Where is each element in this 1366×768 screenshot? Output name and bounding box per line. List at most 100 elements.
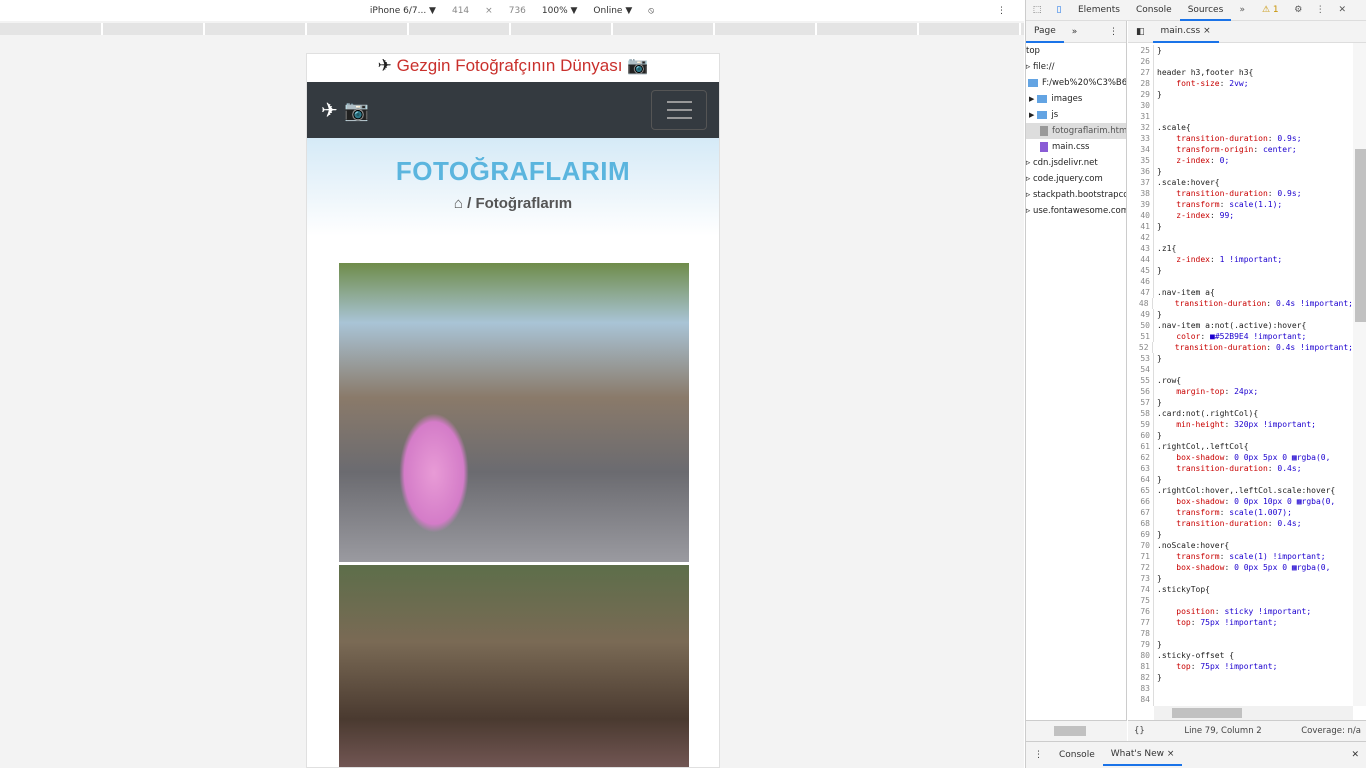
- code-line[interactable]: 61 .rightCol,.leftCol{: [1128, 441, 1353, 452]
- expand-arrow-icon[interactable]: ▶: [1029, 95, 1034, 103]
- code-line[interactable]: 60}: [1128, 430, 1353, 441]
- tab-elements[interactable]: Elements: [1070, 0, 1128, 21]
- horizontal-scrollbar[interactable]: [1154, 706, 1353, 720]
- code-line[interactable]: 39 transform: scale(1.1);: [1128, 199, 1353, 210]
- gear-icon[interactable]: ⚙: [1287, 5, 1309, 15]
- photo-card-kyoto-street[interactable]: [339, 565, 689, 767]
- tree-item[interactable]: ▹ use.fontawesome.com: [1026, 203, 1126, 219]
- close-tab-icon[interactable]: ×: [1167, 749, 1175, 759]
- code-line[interactable]: 72 box-shadow: 0 0px 5px 0 ▩rgba(0,: [1128, 562, 1353, 573]
- code-line[interactable]: 53}: [1128, 353, 1353, 364]
- vertical-scrollbar[interactable]: [1353, 43, 1366, 706]
- tree-item[interactable]: ▶ js: [1026, 107, 1126, 123]
- drawer-menu-icon[interactable]: ⋮: [1026, 745, 1051, 765]
- tree-item[interactable]: ▶ images: [1026, 91, 1126, 107]
- code-line[interactable]: 35 z-index: 0;: [1128, 155, 1353, 166]
- navbar-toggler-button[interactable]: [651, 90, 707, 130]
- code-line[interactable]: 31: [1128, 111, 1353, 122]
- expand-arrow-icon[interactable]: ▶: [1029, 111, 1034, 119]
- width-input[interactable]: 414: [452, 6, 469, 16]
- file-tab-main-css[interactable]: main.css ×: [1152, 21, 1219, 43]
- code-line[interactable]: 78: [1128, 628, 1353, 639]
- tree-item[interactable]: main.css: [1026, 139, 1126, 155]
- code-line[interactable]: 38 transition-duration: 0.9s;: [1128, 188, 1353, 199]
- code-line[interactable]: 34 transform-origin: center;: [1128, 144, 1353, 155]
- device-select[interactable]: iPhone 6/7... ▼: [370, 6, 436, 16]
- drawer-tab-whats-new[interactable]: What's New ×: [1102, 744, 1183, 766]
- code-line[interactable]: 47 .nav-item a{: [1128, 287, 1353, 298]
- home-icon[interactable]: ⌂: [454, 195, 463, 212]
- tree-item[interactable]: top: [1026, 43, 1126, 59]
- warning-count-badge[interactable]: ⚠ 1: [1253, 5, 1287, 15]
- code-line[interactable]: 73}: [1128, 573, 1353, 584]
- network-select[interactable]: Online ▼: [593, 6, 632, 16]
- code-line[interactable]: 56 margin-top: 24px;: [1128, 386, 1353, 397]
- toggle-navigator-icon[interactable]: ◧: [1128, 22, 1153, 42]
- code-line[interactable]: 63 transition-duration: 0.4s;: [1128, 463, 1353, 474]
- code-line[interactable]: 32 .scale{: [1128, 122, 1353, 133]
- more-tabs-icon[interactable]: »: [1231, 5, 1253, 15]
- inspect-element-icon[interactable]: ⬚: [1026, 5, 1048, 15]
- code-line[interactable]: 77 top: 75px !important;: [1128, 617, 1353, 628]
- code-line[interactable]: 33 transition-duration: 0.9s;: [1128, 133, 1353, 144]
- code-line[interactable]: 29}: [1128, 89, 1353, 100]
- code-line[interactable]: 65 .rightCol:hover,.leftCol.scale:hover{: [1128, 485, 1353, 496]
- zoom-select[interactable]: 100% ▼: [542, 6, 578, 16]
- more-options-icon[interactable]: ⋮: [997, 6, 1006, 16]
- code-line[interactable]: 80 .sticky-offset {: [1128, 650, 1353, 661]
- drawer-tab-console[interactable]: Console: [1051, 745, 1103, 765]
- tab-sources[interactable]: Sources: [1179, 0, 1232, 21]
- code-line[interactable]: 42: [1128, 232, 1353, 243]
- code-line[interactable]: 37 .scale:hover{: [1128, 177, 1353, 188]
- tree-item[interactable]: ▹ file://: [1026, 59, 1126, 75]
- code-line[interactable]: 36}: [1128, 166, 1353, 177]
- code-line[interactable]: 68 transition-duration: 0.4s;: [1128, 518, 1353, 529]
- tree-item[interactable]: ▹ cdn.jsdelivr.net: [1026, 155, 1126, 171]
- tree-item[interactable]: ▹ code.jquery.com: [1026, 171, 1126, 187]
- code-line[interactable]: 69}: [1128, 529, 1353, 540]
- code-line[interactable]: 43 .z1{: [1128, 243, 1353, 254]
- more-tabs-icon[interactable]: »: [1064, 22, 1086, 42]
- code-line[interactable]: 27 header h3,footer h3{: [1128, 67, 1353, 78]
- navigator-scrollbar[interactable]: [1026, 720, 1127, 741]
- code-line[interactable]: 81 top: 75px !important;: [1128, 661, 1353, 672]
- code-line[interactable]: 84: [1128, 694, 1353, 705]
- close-tab-icon[interactable]: ×: [1203, 26, 1211, 36]
- code-line[interactable]: 57}: [1128, 397, 1353, 408]
- code-line[interactable]: 40 z-index: 99;: [1128, 210, 1353, 221]
- pretty-print-icon[interactable]: {}: [1134, 726, 1145, 736]
- navigator-menu-icon[interactable]: ⋮: [1101, 22, 1126, 42]
- code-line[interactable]: 66 box-shadow: 0 0px 10px 0 ▩rgba(0,: [1128, 496, 1353, 507]
- code-line[interactable]: 70 .noScale:hover{: [1128, 540, 1353, 551]
- code-lines[interactable]: 25} 26 27 header h3,footer h3{28 font-size:…: [1128, 43, 1353, 706]
- code-line[interactable]: 45}: [1128, 265, 1353, 276]
- height-input[interactable]: 736: [509, 6, 526, 16]
- code-line[interactable]: 48 transition-duration: 0.4s !important;: [1128, 298, 1353, 309]
- code-line[interactable]: 52 transition-duration: 0.4s !important;: [1128, 342, 1353, 353]
- code-line[interactable]: 51 color: ■#52B9E4 !important;: [1128, 331, 1353, 342]
- code-line[interactable]: 71 transform: scale(1) !important;: [1128, 551, 1353, 562]
- tree-item[interactable]: fotograflarim.htm: [1026, 123, 1126, 139]
- navbar-logo[interactable]: ✈ 📷: [321, 98, 369, 122]
- close-icon[interactable]: ✕: [1331, 5, 1353, 15]
- close-drawer-icon[interactable]: ✕: [1343, 745, 1366, 765]
- code-line[interactable]: 54: [1128, 364, 1353, 375]
- tree-item[interactable]: ▹ stackpath.bootstrapcdn: [1026, 187, 1126, 203]
- code-line[interactable]: 50 .nav-item a:not(.active):hover{: [1128, 320, 1353, 331]
- code-line[interactable]: 59 min-height: 320px !important;: [1128, 419, 1353, 430]
- media-query-bar[interactable]: [0, 23, 1024, 35]
- code-line[interactable]: 41}: [1128, 221, 1353, 232]
- menu-icon[interactable]: ⋮: [1309, 5, 1331, 15]
- code-line[interactable]: 64}: [1128, 474, 1353, 485]
- code-line[interactable]: 83: [1128, 683, 1353, 694]
- rotate-icon[interactable]: ⦸: [648, 6, 654, 16]
- code-line[interactable]: 55 .row{: [1128, 375, 1353, 386]
- tab-page[interactable]: Page: [1026, 21, 1064, 43]
- code-line[interactable]: 49}: [1128, 309, 1353, 320]
- code-line[interactable]: 79}: [1128, 639, 1353, 650]
- code-line[interactable]: 25}: [1128, 45, 1353, 56]
- code-line[interactable]: 44 z-index: 1 !important;: [1128, 254, 1353, 265]
- code-line[interactable]: 76 position: sticky !important;: [1128, 606, 1353, 617]
- tab-console[interactable]: Console: [1128, 0, 1180, 21]
- site-brand[interactable]: ✈ Gezgin Fotoğrafçının Dünyası 📷: [307, 54, 719, 82]
